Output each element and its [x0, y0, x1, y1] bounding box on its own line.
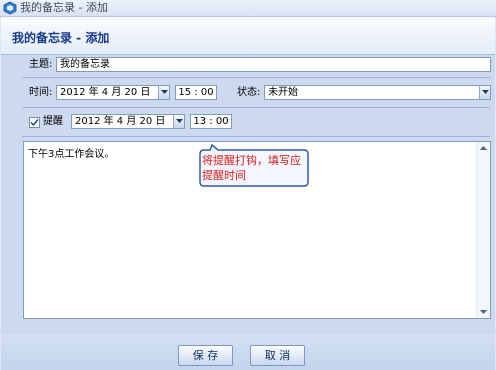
- time-date-value: 2012 年 4 月 20 日: [60, 87, 151, 98]
- checkmark-icon: [30, 119, 39, 127]
- reminder-clock-input[interactable]: 13 : 00: [190, 114, 232, 129]
- reminder-date-picker[interactable]: 2012 年 4 月 20 日: [71, 114, 185, 129]
- row-divider: [22, 107, 490, 108]
- page-header: 我的备忘录 - 添加: [1, 17, 495, 55]
- dropdown-arrow-icon[interactable]: [173, 115, 184, 128]
- dropdown-arrow-icon[interactable]: [479, 86, 490, 99]
- row-divider: [22, 77, 490, 78]
- row-divider: [22, 136, 490, 137]
- reminder-label: 提醒: [43, 116, 63, 127]
- reminder-date-value: 2012 年 4 月 20 日: [75, 116, 166, 127]
- subject-input[interactable]: 我的备忘录: [56, 57, 491, 72]
- tip-callout: 将提醒打钩，填写应提醒时间: [194, 144, 312, 190]
- window-title: 我的备忘录 - 添加: [20, 1, 108, 14]
- status-value: 未开始: [268, 87, 298, 98]
- scroll-up-icon[interactable]: [480, 146, 487, 150]
- callout-text: 将提醒打钩，填写应提醒时间: [202, 154, 301, 182]
- app-icon: [3, 1, 17, 15]
- status-label: 状态:: [237, 87, 261, 98]
- page-title: 我的备忘录 - 添加: [12, 31, 110, 45]
- status-select[interactable]: 未开始: [264, 85, 491, 100]
- time-clock-input[interactable]: 15 : 00: [175, 85, 217, 100]
- cancel-button[interactable]: 取 消: [250, 345, 305, 366]
- time-date-picker[interactable]: 2012 年 4 月 20 日: [56, 85, 170, 100]
- dropdown-arrow-icon[interactable]: [158, 86, 169, 99]
- memo-scrollbar[interactable]: [476, 142, 490, 318]
- scroll-down-icon[interactable]: [480, 310, 487, 314]
- save-button[interactable]: 保 存: [178, 345, 233, 366]
- memo-text: 下午3点工作会议。: [28, 149, 115, 160]
- window-titlebar: 我的备忘录 - 添加: [0, 0, 496, 17]
- time-label: 时间:: [29, 87, 53, 98]
- reminder-checkbox[interactable]: [29, 117, 40, 128]
- subject-label: 主题:: [29, 59, 53, 70]
- footer-bar: [1, 334, 495, 370]
